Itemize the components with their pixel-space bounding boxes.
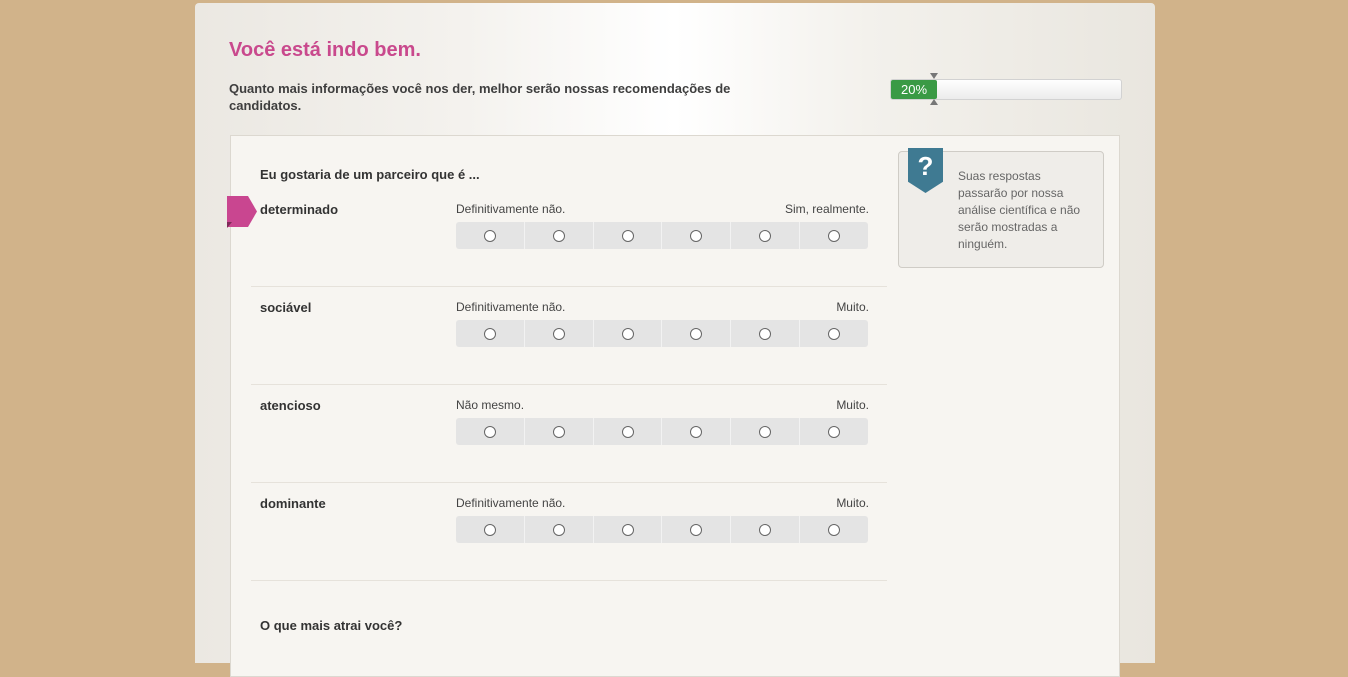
rating-option-3[interactable] xyxy=(594,222,663,249)
scale-right-label: Sim, realmente. xyxy=(784,202,869,216)
rating-option-5[interactable] xyxy=(731,222,801,249)
progress-marker-bottom-icon xyxy=(930,99,938,105)
row-divider xyxy=(251,286,887,287)
page-title: Você está indo bem. xyxy=(229,39,421,61)
scale-left-label: Definitivamente não. xyxy=(456,300,566,314)
rating-option-4[interactable] xyxy=(662,222,732,249)
scale-right-label: Muito. xyxy=(836,496,869,510)
rating-option-1[interactable] xyxy=(456,222,525,249)
row-divider xyxy=(251,580,887,581)
rating-option-2[interactable] xyxy=(525,418,594,445)
progress-bar: 20% xyxy=(890,79,1122,100)
radio-button[interactable] xyxy=(759,327,772,340)
rating-option-1[interactable] xyxy=(456,516,525,543)
rating-option-1[interactable] xyxy=(456,418,525,445)
radio-button[interactable] xyxy=(828,523,841,536)
radio-button[interactable] xyxy=(690,327,703,340)
trait-label: dominante xyxy=(260,496,326,511)
rating-option-5[interactable] xyxy=(731,516,801,543)
help-text: Suas respostas passarão por nossa anális… xyxy=(958,169,1081,251)
row-divider xyxy=(251,384,887,385)
rating-scale xyxy=(456,516,868,543)
trait-label: determinado xyxy=(260,202,339,217)
rating-option-4[interactable] xyxy=(662,516,732,543)
radio-button[interactable] xyxy=(759,229,772,242)
radio-button[interactable] xyxy=(552,229,565,242)
rating-option-4[interactable] xyxy=(662,320,732,347)
radio-button[interactable] xyxy=(828,425,841,438)
questionnaire-card: Eu gostaria de um parceiro que é ... det… xyxy=(227,135,1120,677)
radio-button[interactable] xyxy=(552,523,565,536)
row-divider xyxy=(251,482,887,483)
rating-option-2[interactable] xyxy=(525,516,594,543)
rating-option-3[interactable] xyxy=(594,320,663,347)
rating-scale xyxy=(456,320,868,347)
rating-option-3[interactable] xyxy=(594,516,663,543)
radio-button[interactable] xyxy=(483,523,496,536)
scale-right-label: Muito. xyxy=(836,300,869,314)
radio-button[interactable] xyxy=(759,523,772,536)
scale-right-label: Muito. xyxy=(836,398,869,412)
radio-button[interactable] xyxy=(828,229,841,242)
trait-label: atencioso xyxy=(260,398,321,413)
radio-button[interactable] xyxy=(690,229,703,242)
rating-option-6[interactable] xyxy=(800,418,868,445)
radio-button[interactable] xyxy=(690,425,703,438)
help-box: ? Suas respostas passarão por nossa anál… xyxy=(898,148,1104,268)
radio-button[interactable] xyxy=(552,327,565,340)
question-title: Eu gostaria de um parceiro que é ... xyxy=(260,167,480,182)
scale-left-label: Não mesmo. xyxy=(456,398,525,412)
main-panel: Você está indo bem. Quanto mais informaç… xyxy=(195,3,1155,677)
radio-button[interactable] xyxy=(621,425,634,438)
rating-option-5[interactable] xyxy=(731,418,801,445)
page-subtitle: Quanto mais informações você nos der, me… xyxy=(229,81,731,113)
rating-option-2[interactable] xyxy=(525,222,594,249)
radio-button[interactable] xyxy=(483,229,496,242)
rating-option-1[interactable] xyxy=(456,320,525,347)
rating-option-2[interactable] xyxy=(525,320,594,347)
rating-option-4[interactable] xyxy=(662,418,732,445)
scale-left-label: Definitivamente não. xyxy=(456,202,566,216)
question-icon: ? xyxy=(908,148,943,193)
radio-button[interactable] xyxy=(483,327,496,340)
scale-left-label: Definitivamente não. xyxy=(456,496,566,510)
progress-label: 20% xyxy=(900,82,928,97)
radio-button[interactable] xyxy=(621,229,634,242)
radio-button[interactable] xyxy=(621,523,634,536)
rating-option-3[interactable] xyxy=(594,418,663,445)
progress-marker-top-icon xyxy=(930,73,938,79)
rating-option-5[interactable] xyxy=(731,320,801,347)
radio-button[interactable] xyxy=(621,327,634,340)
rating-scale xyxy=(456,222,868,249)
rating-option-6[interactable] xyxy=(800,516,868,543)
rating-option-6[interactable] xyxy=(800,320,868,347)
radio-button[interactable] xyxy=(690,523,703,536)
rating-option-6[interactable] xyxy=(800,222,868,249)
next-question-title: O que mais atrai você? xyxy=(260,618,403,633)
radio-button[interactable] xyxy=(552,425,565,438)
trait-label: sociável xyxy=(260,300,312,315)
rating-scale xyxy=(456,418,868,445)
radio-button[interactable] xyxy=(828,327,841,340)
radio-button[interactable] xyxy=(483,425,496,438)
radio-button[interactable] xyxy=(759,425,772,438)
